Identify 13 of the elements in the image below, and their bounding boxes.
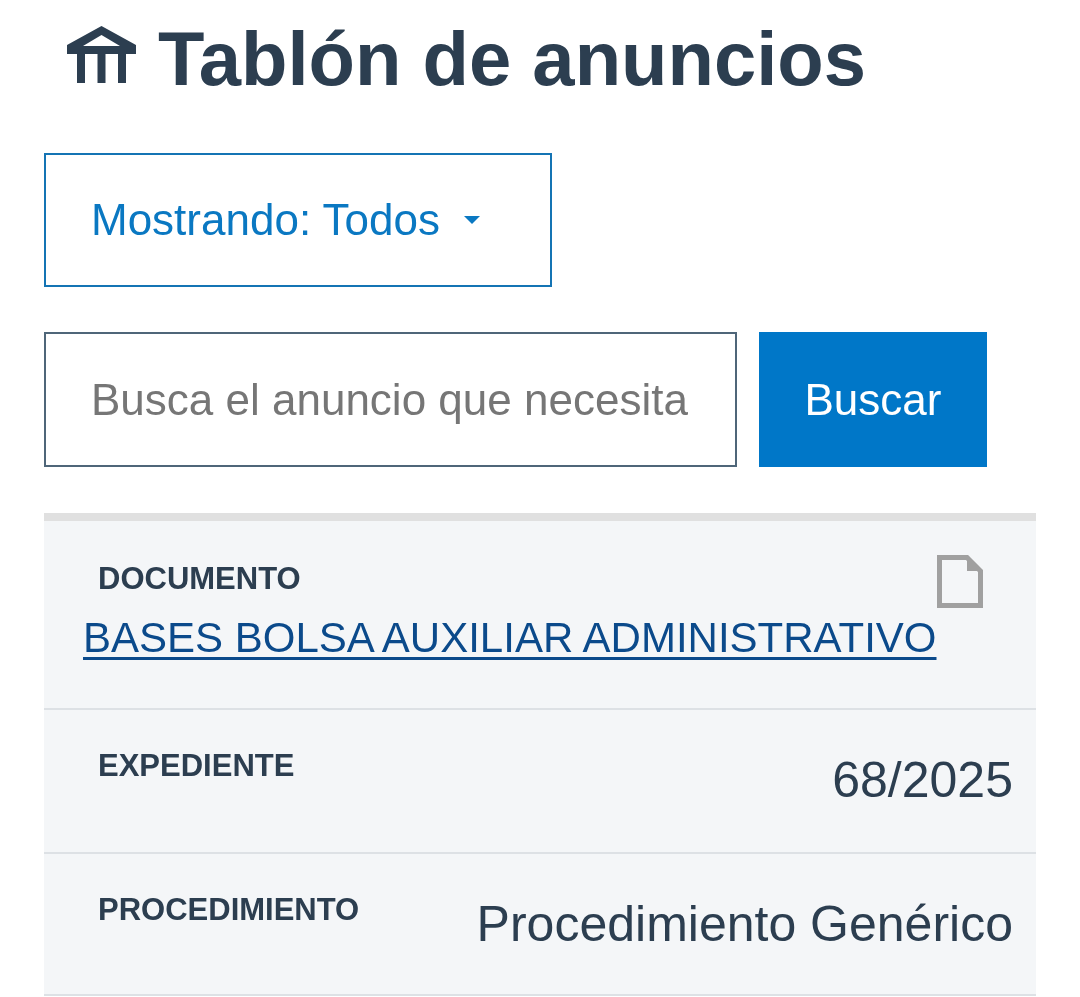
- search-field[interactable]: Busca el anuncio que necesita: [44, 332, 737, 467]
- field-label: PROCEDIMIENTO: [98, 892, 360, 928]
- document-icon: [936, 555, 983, 608]
- search-button[interactable]: Buscar: [759, 332, 987, 467]
- field-label: DOCUMENTO: [98, 561, 301, 597]
- building-icon: [67, 26, 136, 83]
- document-link[interactable]: BASES BOLSA AUXILIAR ADMINISTRATIVO: [83, 614, 937, 662]
- page-title: Tablón de anuncios: [158, 19, 866, 99]
- field-value: Procedimiento Genérico: [476, 895, 1013, 953]
- caret-icon: [463, 216, 480, 224]
- filter-dropdown[interactable]: Mostrando: Todos: [44, 153, 552, 287]
- field-label: EXPEDIENTE: [98, 748, 295, 784]
- field-value: 68/2025: [832, 751, 1013, 809]
